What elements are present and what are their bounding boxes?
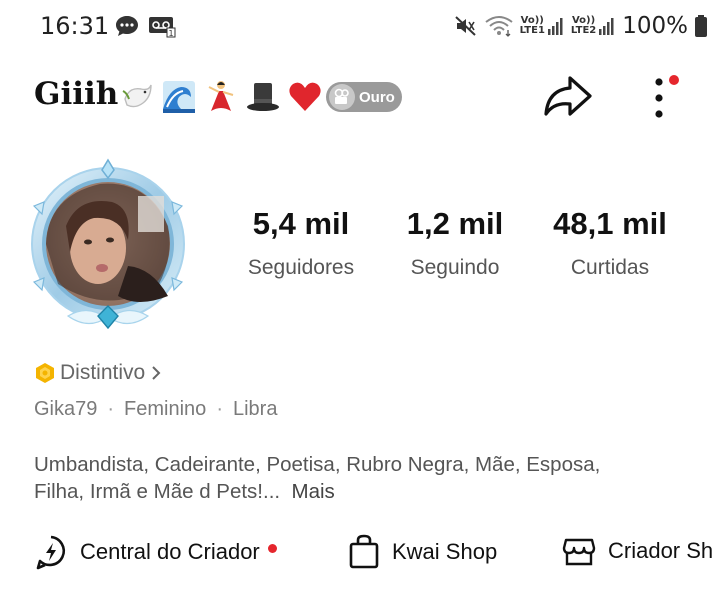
kwai-shop-label: Kwai Shop (392, 539, 498, 564)
likes-count: 48,1 mil (553, 206, 667, 241)
notification-dot (267, 543, 277, 553)
network-2: Vo)) LTE2 (571, 16, 616, 36)
separator: · (216, 398, 223, 420)
username: Gika79 (34, 398, 98, 420)
following-stat[interactable]: 1,2 mil Seguindo (396, 206, 514, 280)
following-count: 1,2 mil (406, 206, 504, 241)
dove-icon (118, 78, 156, 116)
profile-info: Gika79 · Feminino · Libra (34, 398, 277, 421)
shopping-bag-icon (349, 534, 379, 569)
likes-label: Curtidas (570, 256, 650, 279)
followers-stat[interactable]: 5,4 mil Seguidores (232, 206, 370, 280)
status-bar: 16:31 1 Vo)) LTE1 Vo)) LTE2 100% (0, 0, 720, 52)
bio-more-link[interactable]: Mais (292, 480, 335, 503)
share-arrow-icon (544, 76, 592, 116)
lightning-circle-icon (36, 535, 66, 570)
likes-stat[interactable]: 48,1 mil Curtidas (540, 206, 680, 280)
avatar[interactable] (28, 156, 188, 336)
creator-center-button[interactable]: Central do Criador (34, 534, 277, 570)
storefront-icon (562, 538, 596, 566)
kwai-shop-button[interactable]: Kwai Shop (348, 534, 497, 570)
zodiac-sign: Libra (232, 398, 278, 420)
status-time: 16:31 (40, 12, 110, 40)
system-icons: Vo)) LTE1 Vo)) LTE2 100% (454, 13, 708, 39)
notification-icons: 1 (114, 14, 176, 38)
following-label: Seguindo (410, 256, 500, 279)
chevron-right-icon (152, 366, 161, 380)
separator: · (107, 398, 115, 420)
share-button[interactable] (540, 72, 596, 122)
bio-line-1: Umbandista, Cadeirante, Poetisa, Rubro N… (34, 453, 601, 476)
wave-icon (160, 78, 198, 116)
gold-level-badge[interactable]: Ouro (326, 82, 402, 112)
creator-shop-label: Criador Sh (608, 538, 714, 563)
bio-line-2: Filha, Irmã e Mãe d Pets!... Mais (34, 480, 335, 503)
signal-icon (599, 18, 614, 35)
battery-percent: 100% (622, 13, 688, 39)
battery-icon (695, 15, 707, 37)
wifi-icon (484, 16, 513, 37)
creator-shop-button[interactable]: Criador Sh (562, 534, 713, 568)
dancer-icon (202, 78, 240, 116)
badge-link-label: Distintivo (60, 361, 146, 384)
avatar-frame-image (31, 158, 185, 330)
profile-name: Giiih (34, 76, 119, 112)
film-camera-icon (329, 84, 355, 110)
bio: Umbandista, Cadeirante, Poetisa, Rubro N… (34, 451, 694, 505)
gender: Feminino (124, 398, 207, 420)
network-1: Vo)) LTE1 (520, 16, 565, 36)
more-options-button[interactable] (644, 72, 684, 122)
voicemail-icon: 1 (149, 17, 176, 38)
followers-label: Seguidores (247, 256, 355, 279)
signal-icon (547, 18, 563, 35)
mute-icon (454, 16, 476, 36)
top-hat-icon (244, 78, 282, 116)
followers-count: 5,4 mil (252, 206, 350, 241)
heart-icon (286, 78, 324, 116)
name-emojis (118, 78, 324, 116)
chat-icon (116, 16, 138, 36)
hexagon-badge-icon (36, 363, 54, 383)
badge-link[interactable]: Distintivo (34, 361, 163, 385)
svg-text:1: 1 (168, 29, 173, 38)
more-vertical-icon (655, 75, 679, 118)
creator-center-label: Central do Criador (80, 539, 260, 564)
gold-badge-label: Ouro (359, 88, 395, 106)
creator-tools-row: Central do Criador Kwai Shop Criador Sh (0, 534, 720, 578)
